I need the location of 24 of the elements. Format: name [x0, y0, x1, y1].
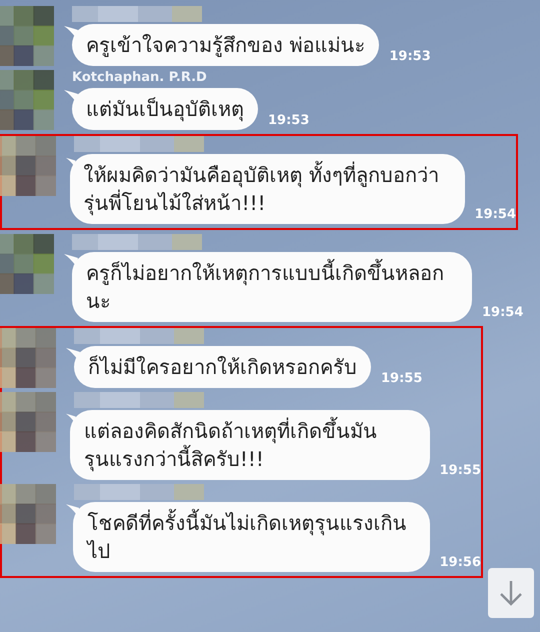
scroll-down-button[interactable] — [488, 568, 534, 618]
avatar[interactable] — [0, 136, 56, 196]
avatar[interactable] — [0, 234, 54, 294]
message-bubble: ก็ไม่มีใครอยากให้เกิดหรอกครับ — [74, 346, 371, 388]
avatar[interactable] — [0, 6, 54, 66]
down-arrow-icon — [498, 579, 524, 607]
avatar[interactable] — [0, 328, 56, 388]
sender-name: Kotchaphan. P.R.D — [72, 70, 208, 86]
message-time: 19:54 — [482, 305, 524, 322]
message-time: 19:53 — [268, 113, 310, 130]
message-bubble: แต่มันเป็นอุบัติเหตุ — [72, 88, 258, 130]
message-bubble: ครูก็ไม่อยากให้เหตุการแบบนี้เกิดขึ้นหลอกนะ — [72, 252, 472, 322]
message-bubble: แต่ลองคิดสักนิดถ้าเหตุที่เกิดขึ้นมันรุนแรงกว่านี้สิครับ!!! — [70, 410, 430, 480]
message-bubble: โชคดีที่ครั้งนี้มันไม่เกิดเหตุรุนแรงเกินไป — [73, 502, 430, 572]
message-time: 19:55 — [440, 463, 481, 480]
message-time: 19:54 — [474, 207, 516, 224]
message-bubble: ครูเข้าใจความรู้สึกของ พ่อแม่นะ — [72, 24, 380, 66]
message-time: 19:56 — [440, 555, 481, 572]
avatar[interactable] — [0, 70, 54, 130]
message-time: 19:53 — [389, 49, 431, 66]
avatar[interactable] — [0, 392, 56, 452]
avatar[interactable] — [0, 484, 56, 544]
message-time: 19:55 — [381, 371, 422, 388]
message-bubble: ให้ผมคิดว่ามันคืออุบัติเหตุ ทั้งๆที่ลูกบอกว่ารุ่นพี่โยนไม้ใส่หน้า!!! — [70, 154, 465, 224]
